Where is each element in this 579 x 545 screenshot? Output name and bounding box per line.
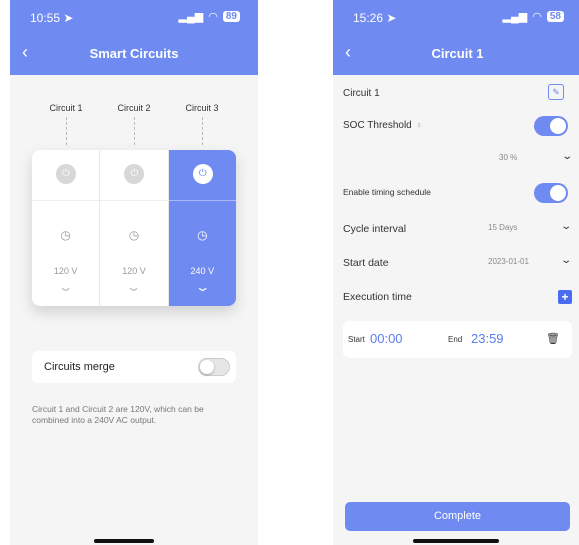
chevron-down-icon: ⌄	[559, 255, 572, 266]
merge-description: Circuit 1 and Circuit 2 are 120V, which …	[32, 404, 204, 425]
start-date-label: Start date	[343, 257, 389, 269]
home-indicator	[94, 539, 154, 543]
voltage-label: 120 V	[53, 266, 78, 276]
power-icon[interactable]: ⏻	[192, 164, 213, 184]
connector-line	[202, 117, 203, 145]
soc-toggle[interactable]	[534, 116, 568, 136]
circuit-name: Circuit 1	[343, 88, 380, 99]
chevron-down-icon: ⌄	[560, 151, 573, 162]
voltage-label: 120 V	[122, 266, 146, 276]
status-bar: 10:55 ➤ ▂▄▆ ◠ 89	[10, 8, 258, 28]
circuit-label: Circuit 1	[49, 103, 83, 113]
nav-bar: 10:55 ➤ ▂▄▆ ◠ 89 ‹ Smart Circuits	[10, 0, 258, 75]
execution-label: Execution time	[343, 291, 412, 303]
soc-threshold-row: SOC Threshold ♀	[343, 116, 572, 136]
wifi-icon: ◠	[208, 11, 218, 23]
power-icon[interactable]: ⏻	[56, 164, 76, 184]
start-date-row: Start date 2023-01-01 ⌄	[343, 253, 572, 273]
status-time: 15:26 ➤	[353, 11, 397, 25]
signal-icon: ▂▄▆	[502, 11, 528, 23]
edit-icon[interactable]: ✎	[548, 84, 564, 100]
battery-icon: 89	[222, 11, 240, 22]
wifi-icon: ◠	[532, 11, 542, 23]
timer-icon[interactable]: ◷	[32, 228, 99, 242]
signal-icon: ▂▄▆	[178, 11, 204, 23]
timing-label: Enable timing schedule	[343, 187, 431, 197]
soc-label: SOC Threshold	[343, 120, 412, 131]
timing-schedule-row: Enable timing schedule	[343, 183, 572, 203]
start-date-select[interactable]: 2023-01-01 ⌄	[488, 255, 572, 269]
circuit-column-3[interactable]: ⏻ ◷ 240 V ⌄	[168, 150, 236, 306]
circuit-label: Circuit 3	[185, 103, 219, 113]
execution-time-row: Execution time	[343, 287, 572, 307]
merge-label: Circuits merge	[44, 361, 115, 373]
timer-icon[interactable]: ◷	[100, 228, 167, 242]
soc-select[interactable]: 30 % ⌄	[499, 151, 573, 165]
power-icon[interactable]: ⏻	[124, 164, 145, 184]
cycle-label: Cycle interval	[343, 223, 407, 235]
chevron-down-icon: ⌄	[559, 221, 572, 232]
execution-time-card: Start 00:00 End 23:59 🗑	[343, 321, 572, 358]
connector-line	[66, 117, 67, 145]
circuits-merge-row: Circuits merge	[32, 351, 236, 383]
chevron-down-icon[interactable]: ⌄	[148, 280, 236, 294]
circuit-labels: Circuit 1 Circuit 2 Circuit 3	[32, 103, 236, 113]
start-key: Start	[348, 335, 365, 344]
merge-toggle[interactable]	[198, 358, 230, 376]
bulb-icon[interactable]: ♀	[416, 120, 423, 130]
page-title: Circuit 1	[431, 46, 484, 61]
circuit-label: Circuit 2	[117, 103, 151, 113]
end-key: End	[448, 335, 463, 344]
voltage-label: 240 V	[190, 266, 215, 276]
circuit-detail-screen: 15:26 ➤ ▂▄▆ ◠ 58 ‹ Circuit 1 Circuit 1 ✎…	[333, 0, 579, 545]
smart-circuits-screen: 10:55 ➤ ▂▄▆ ◠ 89 ‹ Smart Circuits Circui…	[10, 0, 258, 545]
add-icon[interactable]: +	[558, 290, 572, 304]
start-time[interactable]: 00:00	[370, 331, 403, 346]
home-indicator	[413, 539, 499, 543]
timer-icon[interactable]: ◷	[169, 228, 236, 242]
battery-icon: 58	[546, 11, 564, 22]
cycle-select[interactable]: 15 Days ⌄	[488, 221, 572, 235]
circuit-panel: ⏻ ◷ 120 V ⌄ ⏻ ◷ 120 V ⌄ ⏻ ◷ 240 V ⌄	[32, 150, 236, 306]
complete-button[interactable]: Complete	[345, 502, 570, 531]
nav-bar: 15:26 ➤ ▂▄▆ ◠ 58 ‹ Circuit 1	[333, 0, 579, 75]
trash-icon[interactable]: 🗑	[546, 332, 560, 345]
status-time: 10:55 ➤	[30, 11, 74, 25]
end-time[interactable]: 23:59	[471, 331, 504, 346]
connector-line	[134, 117, 135, 145]
circuit-name-row: Circuit 1 ✎	[343, 84, 572, 104]
status-bar: 15:26 ➤ ▂▄▆ ◠ 58	[333, 8, 579, 28]
timing-toggle[interactable]	[534, 183, 568, 203]
cycle-interval-row: Cycle interval 15 Days ⌄	[343, 219, 572, 239]
page-title: Smart Circuits	[89, 46, 179, 61]
